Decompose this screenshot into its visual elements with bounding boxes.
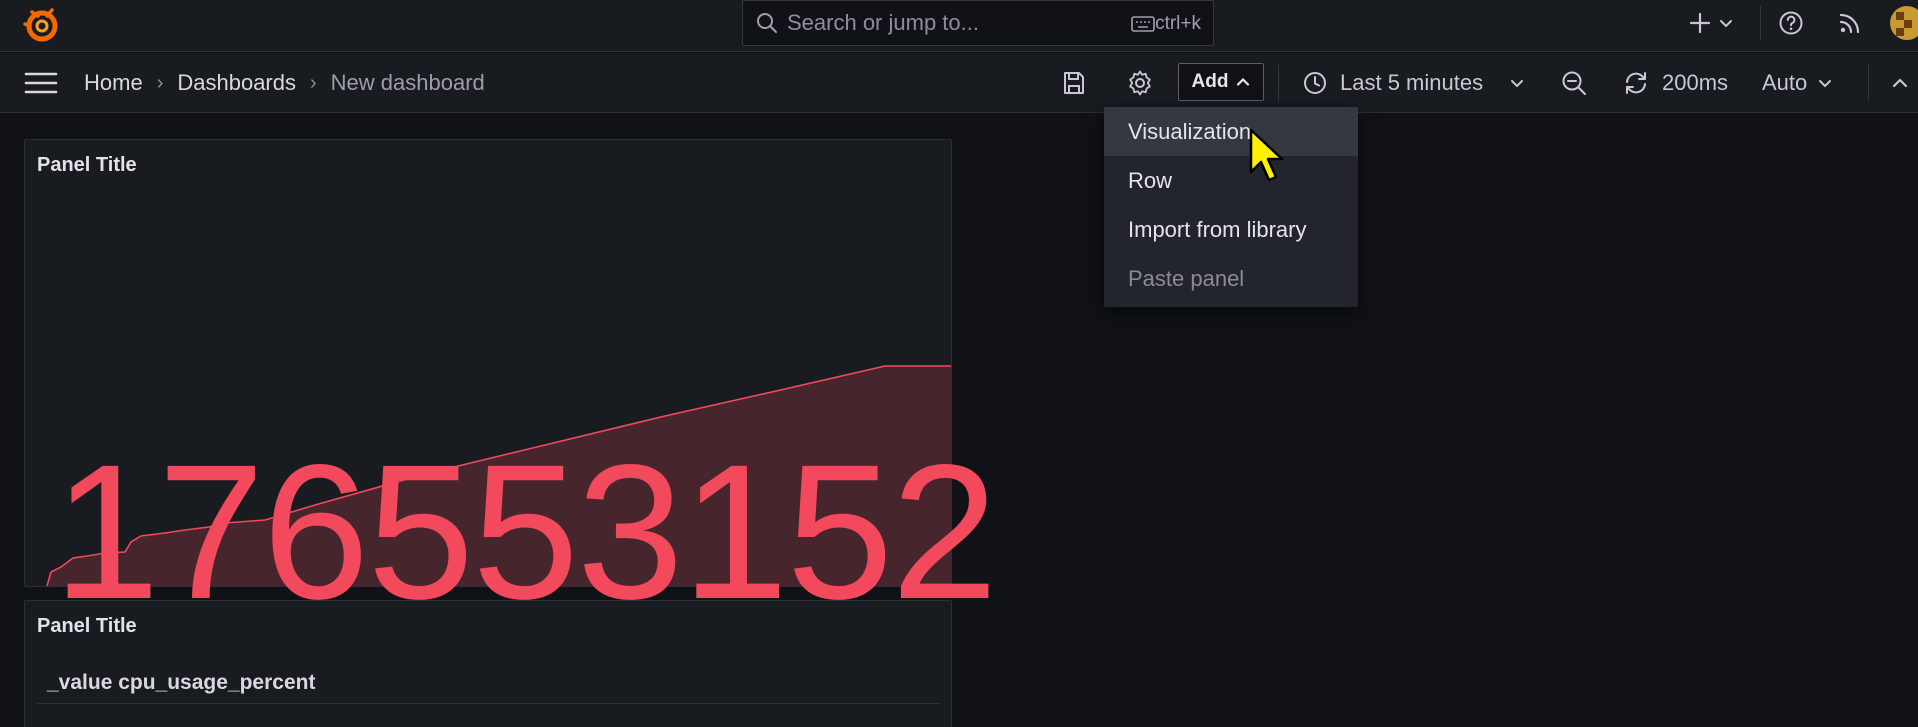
help-icon — [1779, 11, 1803, 35]
chevron-down-icon — [1511, 80, 1524, 88]
plus-icon — [1689, 12, 1711, 34]
rss-icon — [1839, 13, 1860, 34]
chevron-down-icon — [1819, 80, 1832, 88]
dashboard-toolbar: Home › Dashboards › New dashboard Add La… — [0, 53, 1918, 113]
panel-title[interactable]: Panel Title — [37, 154, 137, 177]
refresh-interval-label: 200ms — [1662, 70, 1729, 95]
breadcrumb: Home › Dashboards › New dashboard — [84, 53, 485, 113]
stat-panel[interactable]: Panel Title 176553152 — [24, 139, 998, 628]
table-panel[interactable]: Panel Title _value cpu_usage_percent — [24, 600, 952, 727]
menu-item-visualization[interactable]: Visualization — [1104, 107, 1358, 156]
search-shortcut: ctrl+k — [1155, 13, 1201, 34]
zoom-out-icon[interactable] — [1560, 69, 1588, 97]
menu-item-paste-panel: Paste panel — [1128, 265, 1245, 291]
menu-icon[interactable] — [24, 69, 58, 97]
toolbar-divider — [1868, 65, 1869, 101]
chevron-up-icon[interactable] — [1890, 69, 1910, 97]
table-header-divider — [37, 703, 941, 704]
new-menu-button[interactable] — [1688, 0, 1740, 46]
menu-item-import-from-library[interactable]: Import from library — [1104, 205, 1358, 254]
news-button[interactable] — [1838, 0, 1868, 46]
add-dropdown-menu: Visualization Row Import from library Pa… — [1104, 107, 1358, 307]
search-icon — [757, 13, 777, 33]
refresh-icon — [1626, 72, 1646, 94]
help-button[interactable] — [1778, 0, 1808, 46]
panel-title[interactable]: Panel Title — [37, 615, 137, 638]
breadcrumb-current: New dashboard — [330, 70, 485, 95]
search-placeholder: Search or jump to... — [787, 10, 979, 35]
refresh-button[interactable]: 200ms — [1622, 53, 1728, 113]
add-button[interactable]: Add — [1178, 63, 1264, 101]
time-range-picker[interactable]: Last 5 minutes — [1302, 53, 1525, 113]
time-range-label: Last 5 minutes — [1340, 70, 1484, 95]
table-column-header[interactable]: _value cpu_usage_percent — [47, 671, 315, 695]
cursor-icon — [1249, 128, 1284, 182]
toolbar-divider — [1278, 65, 1279, 101]
top-divider — [1760, 6, 1761, 40]
search-input[interactable]: Search or jump to... ctrl+k — [742, 0, 1214, 46]
chevron-down-icon — [1720, 20, 1732, 28]
breadcrumb-separator: › — [156, 71, 164, 94]
top-nav-bar: Search or jump to... ctrl+k — [0, 0, 1918, 52]
add-button-label: Add — [1191, 71, 1229, 92]
gear-icon[interactable] — [1126, 69, 1154, 97]
breadcrumb-home[interactable]: Home — [84, 70, 143, 96]
grafana-logo-icon[interactable] — [22, 4, 62, 44]
auto-label: Auto — [1762, 70, 1808, 95]
auto-refresh-picker[interactable]: Auto — [1762, 53, 1833, 113]
save-icon[interactable] — [1060, 69, 1088, 97]
breadcrumb-separator: › — [310, 71, 317, 94]
keyboard-icon — [1131, 16, 1155, 32]
breadcrumb-dashboards[interactable]: Dashboards — [177, 70, 296, 96]
chevron-up-icon — [1237, 77, 1250, 86]
avatar[interactable] — [1890, 6, 1918, 40]
menu-item-row[interactable]: Row — [1104, 156, 1358, 205]
clock-icon — [1304, 72, 1326, 94]
